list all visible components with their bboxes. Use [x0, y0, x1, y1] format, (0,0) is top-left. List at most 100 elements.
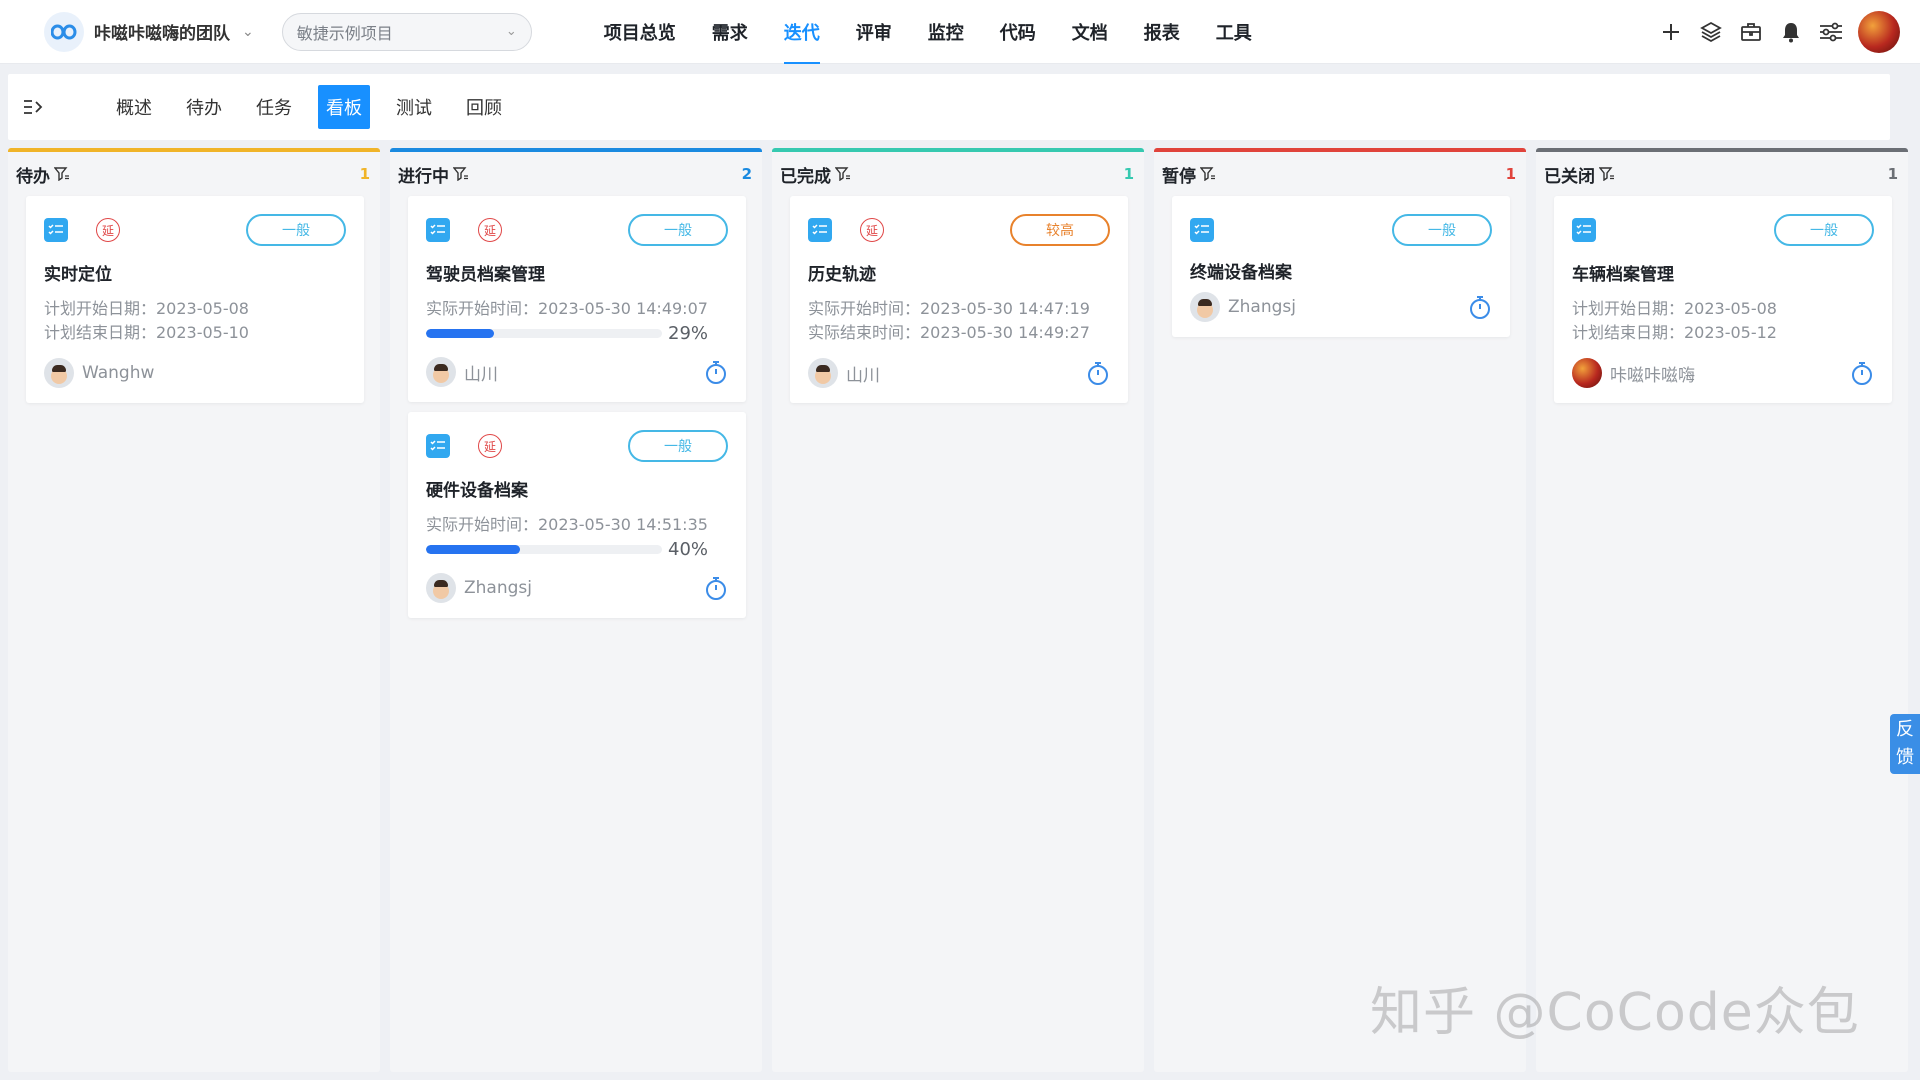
user-avatar[interactable]	[1858, 11, 1900, 53]
delay-badge: 延	[478, 434, 502, 458]
card-title: 硬件设备档案	[426, 481, 528, 501]
card-title: 终端设备档案	[1190, 263, 1292, 283]
timer-icon[interactable]	[1850, 360, 1874, 386]
kanban-column: 暂停 1 一般终端设备档案 Zhangsj	[1154, 148, 1526, 1072]
sub-tab[interactable]: 待办	[178, 85, 230, 129]
column-header: 已关闭 1	[1536, 152, 1908, 196]
meta-line: 计划开始日期：2023-05-08	[1572, 299, 1777, 318]
toolbar-icons	[1658, 0, 1900, 64]
timer-icon[interactable]	[1086, 360, 1110, 386]
task-type-icon	[426, 218, 450, 242]
nav-item[interactable]: 监控	[910, 0, 982, 64]
feedback-button[interactable]: 反 馈	[1890, 714, 1920, 774]
column-title-wrap: 暂停	[1162, 162, 1216, 187]
task-card[interactable]: 延 一般 实时定位 计划开始日期：2023-05-08 计划结束日期：2023-05-1…	[26, 196, 364, 403]
project-select[interactable]: 敏捷示例项目 ⌄	[281, 12, 532, 51]
assignee-avatar	[1572, 358, 1602, 388]
assignee-name: Zhangsj	[464, 578, 532, 598]
filter-icon[interactable]	[1599, 167, 1615, 181]
filter-icon[interactable]	[54, 167, 70, 181]
delay-badge: 延	[860, 218, 884, 242]
timer-icon[interactable]	[704, 575, 728, 601]
sub-tab[interactable]: 回顾	[458, 85, 510, 129]
progress-fill	[426, 545, 521, 554]
nav-item[interactable]: 需求	[694, 0, 766, 64]
card-footer: 咔嗞咔嗞嗨	[1572, 357, 1874, 389]
priority-badge[interactable]: 一般	[246, 214, 346, 246]
card-meta: 实际开始时间：2023-05-30 14:51:35	[426, 513, 728, 537]
card-header: 延 一般	[426, 214, 728, 246]
task-type-icon	[426, 434, 450, 458]
card-footer: 山川	[426, 356, 728, 388]
nav-item[interactable]: 项目总览	[586, 0, 694, 64]
filter-icon[interactable]	[453, 167, 469, 181]
assignee-avatar	[44, 358, 74, 388]
progress-row: 29%	[426, 323, 728, 344]
meta-line: 计划结束日期：2023-05-12	[1572, 323, 1777, 342]
layers-icon[interactable]	[1698, 19, 1724, 45]
card-title: 历史轨迹	[808, 265, 876, 285]
card-list: 一般终端设备档案 Zhangsj	[1154, 196, 1526, 337]
priority-badge[interactable]: 较高	[1010, 214, 1110, 246]
nav-item[interactable]: 报表	[1126, 0, 1198, 64]
team-logo-icon	[44, 11, 84, 52]
sub-tab[interactable]: 看板	[318, 85, 370, 129]
card-list: 延 一般 实时定位 计划开始日期：2023-05-08 计划结束日期：2023-05-1…	[8, 196, 380, 403]
progress-label: 29%	[668, 323, 709, 344]
card-title: 车辆档案管理	[1572, 265, 1674, 285]
project-select-value: 敏捷示例项目	[296, 23, 393, 43]
task-card[interactable]: 延 较高 历史轨迹 实际开始时间：2023-05-30 14:47:19 实际结束时间：…	[790, 196, 1128, 403]
column-header: 待办 1	[8, 152, 380, 196]
priority-badge[interactable]: 一般	[628, 430, 728, 462]
nav-item[interactable]: 文档	[1054, 0, 1126, 64]
nav-item[interactable]: 工具	[1198, 0, 1270, 64]
progress-label: 40%	[668, 539, 709, 560]
assignee-name: 山川	[846, 365, 880, 386]
bell-icon[interactable]	[1778, 19, 1804, 45]
card-list: 一般车辆档案管理计划开始日期：2023-05-08 计划结束日期：2023-05-…	[1536, 196, 1908, 403]
column-title-wrap: 已完成	[780, 162, 851, 187]
card-header: 一般	[1572, 214, 1874, 246]
priority-badge[interactable]: 一般	[628, 214, 728, 246]
task-card[interactable]: 一般车辆档案管理计划开始日期：2023-05-08 计划结束日期：2023-05-…	[1554, 196, 1892, 403]
task-card[interactable]: 一般终端设备档案 Zhangsj	[1172, 196, 1510, 337]
delay-badge: 延	[96, 218, 120, 242]
sub-tab[interactable]: 任务	[248, 85, 300, 129]
card-header: 延 较高	[808, 214, 1110, 246]
progress-track	[426, 329, 662, 338]
progress-fill	[426, 329, 495, 338]
sub-tab[interactable]: 测试	[388, 85, 440, 129]
team-name: 咔嗞咔嗞嗨的团队	[94, 24, 230, 44]
filter-icon[interactable]	[835, 167, 851, 181]
briefcase-icon[interactable]	[1738, 19, 1764, 45]
meta-line: 实际开始时间：2023-05-30 14:51:35	[426, 515, 708, 534]
plus-icon[interactable]	[1658, 19, 1684, 45]
card-meta: 计划开始日期：2023-05-08 计划结束日期：2023-05-12	[1572, 297, 1874, 345]
team-switcher[interactable]: 咔嗞咔嗞嗨的团队 ⌄	[44, 0, 254, 64]
timer-icon[interactable]	[704, 359, 728, 385]
task-type-icon	[1190, 218, 1214, 242]
task-type-icon	[1572, 218, 1596, 242]
priority-badge[interactable]: 一般	[1774, 214, 1874, 246]
card-header: 延 一般	[426, 430, 728, 462]
nav-item[interactable]: 评审	[838, 0, 910, 64]
card-footer: Zhangsj	[1190, 291, 1492, 323]
column-title: 暂停	[1162, 166, 1196, 187]
collapse-sidebar-icon[interactable]	[22, 98, 48, 116]
assignee-avatar	[1190, 292, 1220, 322]
settings-sliders-icon[interactable]	[1818, 19, 1844, 45]
task-card[interactable]: 延 一般 驾驶员档案管理 实际开始时间：2023-05-30 14:49:07 29% 山…	[408, 196, 746, 402]
chevron-down-icon: ⌄	[505, 24, 517, 39]
chevron-down-icon: ⌄	[242, 23, 254, 40]
nav-item[interactable]: 代码	[982, 0, 1054, 64]
filter-icon[interactable]	[1200, 167, 1216, 181]
column-title: 待办	[16, 166, 50, 187]
column-title-wrap: 待办	[16, 162, 70, 187]
task-card[interactable]: 延 一般硬件设备档案实际开始时间：2023-05-30 14:51:35 40% Zh…	[408, 412, 746, 618]
sub-tab[interactable]: 概述	[108, 85, 160, 129]
kanban-column: 进行中 2 延一般 驾驶员档案管理 实际开始时间：2023-05-30 14:49:07…	[390, 148, 762, 1072]
priority-badge[interactable]: 一般	[1392, 214, 1492, 246]
column-header: 暂停 1	[1154, 152, 1526, 196]
nav-item[interactable]: 迭代	[766, 0, 838, 64]
timer-icon[interactable]	[1468, 294, 1492, 320]
